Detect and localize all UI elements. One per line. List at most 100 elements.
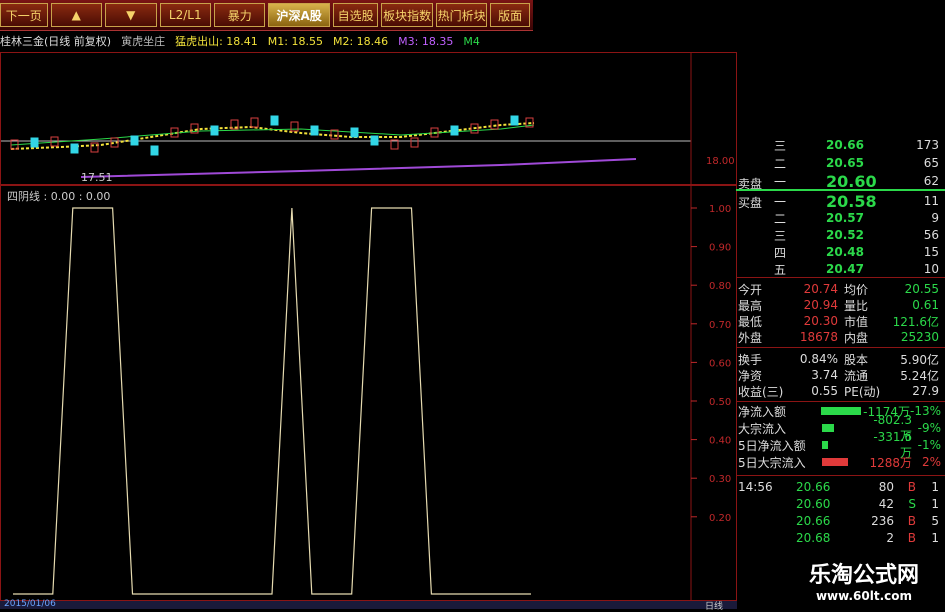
bid-volume: 9 <box>931 211 939 225</box>
flow-pct: 2% <box>921 455 941 469</box>
bid-header: 买盘 <box>738 196 763 210</box>
stat-key: 量比 <box>844 298 869 313</box>
candle <box>70 143 79 154</box>
tick-side: B <box>907 514 916 528</box>
y-tick-label: 0.80 <box>709 281 731 292</box>
toolbar-layout[interactable]: 版面 <box>490 3 530 27</box>
y-tick-label: 0.70 <box>709 320 731 331</box>
top-toolbar: 下一页 ▲ ▼ L2/L1 暴力 沪深A股 自选股 板块指数 热门析块 版面 <box>0 0 533 31</box>
tick-price: 20.66 <box>796 480 831 494</box>
flow-key: 大宗流入 <box>738 421 787 436</box>
flow-bar <box>822 424 834 432</box>
watermark-url: www.60lt.com <box>815 589 912 603</box>
candle <box>450 125 459 136</box>
candle <box>310 125 319 136</box>
toolbar-hot-sectors[interactable]: 热门析块 <box>435 3 488 27</box>
y-tick-label: 0.90 <box>709 243 731 254</box>
flow-bar-wrap <box>822 424 864 432</box>
bid-level: 五 <box>774 262 787 277</box>
y-tick-label: 0.60 <box>709 358 731 369</box>
price-chart-svg: 17.51 18.00 <box>1 53 735 186</box>
bid-price: 20.48 <box>826 245 864 259</box>
tick-side: B <box>907 531 916 545</box>
quote-panel: 三 20.66 173 二 20.65 65 一 20.60 62 卖盘 一 20.58 11 二 20.… <box>736 137 945 609</box>
stat-value: 121.6亿 <box>892 314 939 329</box>
candle <box>490 119 499 130</box>
sep-1 <box>736 277 945 278</box>
stat-key: 最高 <box>738 298 763 313</box>
fund-key: 股本 <box>844 352 869 367</box>
stat-value: 20.55 <box>904 282 939 296</box>
ma-label: 猛虎出山: 18.41 <box>175 35 258 48</box>
tick-volume: 80 <box>878 480 894 494</box>
bid-level: 三 <box>774 228 787 243</box>
flow-row: 净流入额 -1174万 -13% <box>736 403 945 419</box>
formula-name: 寅虎坐庄 <box>121 35 166 48</box>
toolbar-up-arrow-icon[interactable]: ▲ <box>50 3 103 27</box>
fund-value: 5.24亿 <box>900 368 939 383</box>
candle <box>410 137 419 148</box>
date-bar: 2015/01/06 日线 <box>0 599 737 612</box>
fund-value: 0.84% <box>799 352 838 366</box>
candle <box>510 115 519 126</box>
fund-row: 净资 3.74 流通 5.24亿 <box>736 367 945 383</box>
price-axis-label: 18.00 <box>706 156 735 167</box>
stat-row: 最高 20.94 量比 0.61 <box>736 297 945 313</box>
bottom-date: 2015/01/06 <box>4 599 56 609</box>
flow-bar-wrap <box>822 458 864 466</box>
flow-bar-wrap <box>822 441 864 449</box>
stat-key: 今开 <box>738 282 763 297</box>
toolbar-watchlist[interactable]: 自选股 <box>332 3 379 27</box>
stat-value: 25230 <box>900 330 939 344</box>
tick-count: 1 <box>931 531 939 545</box>
stat-key: 内盘 <box>844 330 869 345</box>
tick-price: 20.66 <box>796 514 831 528</box>
ask-price: 20.65 <box>826 156 864 170</box>
y-tick-label: 0.20 <box>709 513 731 524</box>
tick-count: 1 <box>931 480 939 494</box>
fund-row: 换手 0.84% 股本 5.90亿 <box>736 351 945 367</box>
toolbar-sector-index[interactable]: 板块指数 <box>381 3 433 27</box>
bid-volume: 11 <box>923 194 939 208</box>
fund-key: PE(动) <box>844 384 881 399</box>
indicator-line <box>13 207 531 595</box>
candle <box>370 135 379 146</box>
purple-line <box>80 158 637 178</box>
ask-volume: 173 <box>916 138 939 152</box>
ask-price: 20.60 <box>826 171 877 191</box>
ask-volume: 62 <box>923 174 939 188</box>
indicator-pane[interactable]: 四阴线 : 0.00 : 0.00 1.00 0.90 0.80 0.70 0.60 0.… <box>0 185 737 602</box>
bid-volume: 10 <box>923 262 939 276</box>
bid-volume: 15 <box>923 245 939 259</box>
ask-volume: 65 <box>923 156 939 170</box>
toolbar-down-arrow-icon[interactable]: ▼ <box>105 3 157 27</box>
flow-bar <box>821 407 862 415</box>
stock-title: 桂林三金(日线 前复权) <box>0 35 112 48</box>
tick-price: 20.68 <box>796 531 831 545</box>
flow-key: 5日大宗流入 <box>738 455 806 470</box>
tick-side: S <box>908 497 916 511</box>
indicator-info-line: 桂林三金(日线 前复权) 寅虎坐庄 猛虎出山: 18.41 M1: 18.55 … <box>0 32 533 50</box>
price-chart-pane[interactable]: 17.51 18.00 <box>0 52 737 186</box>
bid-row: 一 20.58 11 <box>736 192 945 211</box>
m3-label: M3: 18.35 <box>398 34 454 48</box>
toolbar-baoli[interactable]: 暴力 <box>213 3 266 27</box>
stat-key: 最低 <box>738 314 763 329</box>
toolbar-next-page[interactable]: 下一页 <box>0 3 48 27</box>
stat-key: 市值 <box>844 314 869 329</box>
bid-row: 五 20.47 10 <box>736 261 945 277</box>
toolbar-l2l1[interactable]: L2/L1 <box>159 3 211 27</box>
fund-key: 收益(三) <box>738 384 784 399</box>
sep-4 <box>736 475 945 476</box>
bid-price: 20.47 <box>826 262 864 276</box>
flow-bar-wrap <box>821 407 863 415</box>
toolbar-shenzhen-a[interactable]: 沪深A股 <box>268 3 330 27</box>
tick-price: 20.60 <box>796 497 831 511</box>
sep-2 <box>736 347 945 348</box>
tick-row: 14:56 20.66 80 B 1 <box>736 479 945 495</box>
bid-volume: 56 <box>923 228 939 242</box>
candle <box>250 117 259 128</box>
bid-row: 二 20.57 9 <box>736 210 945 226</box>
stat-value: 0.61 <box>912 298 939 312</box>
flow-row: 5日大宗流入 1288万 2% <box>736 454 945 470</box>
